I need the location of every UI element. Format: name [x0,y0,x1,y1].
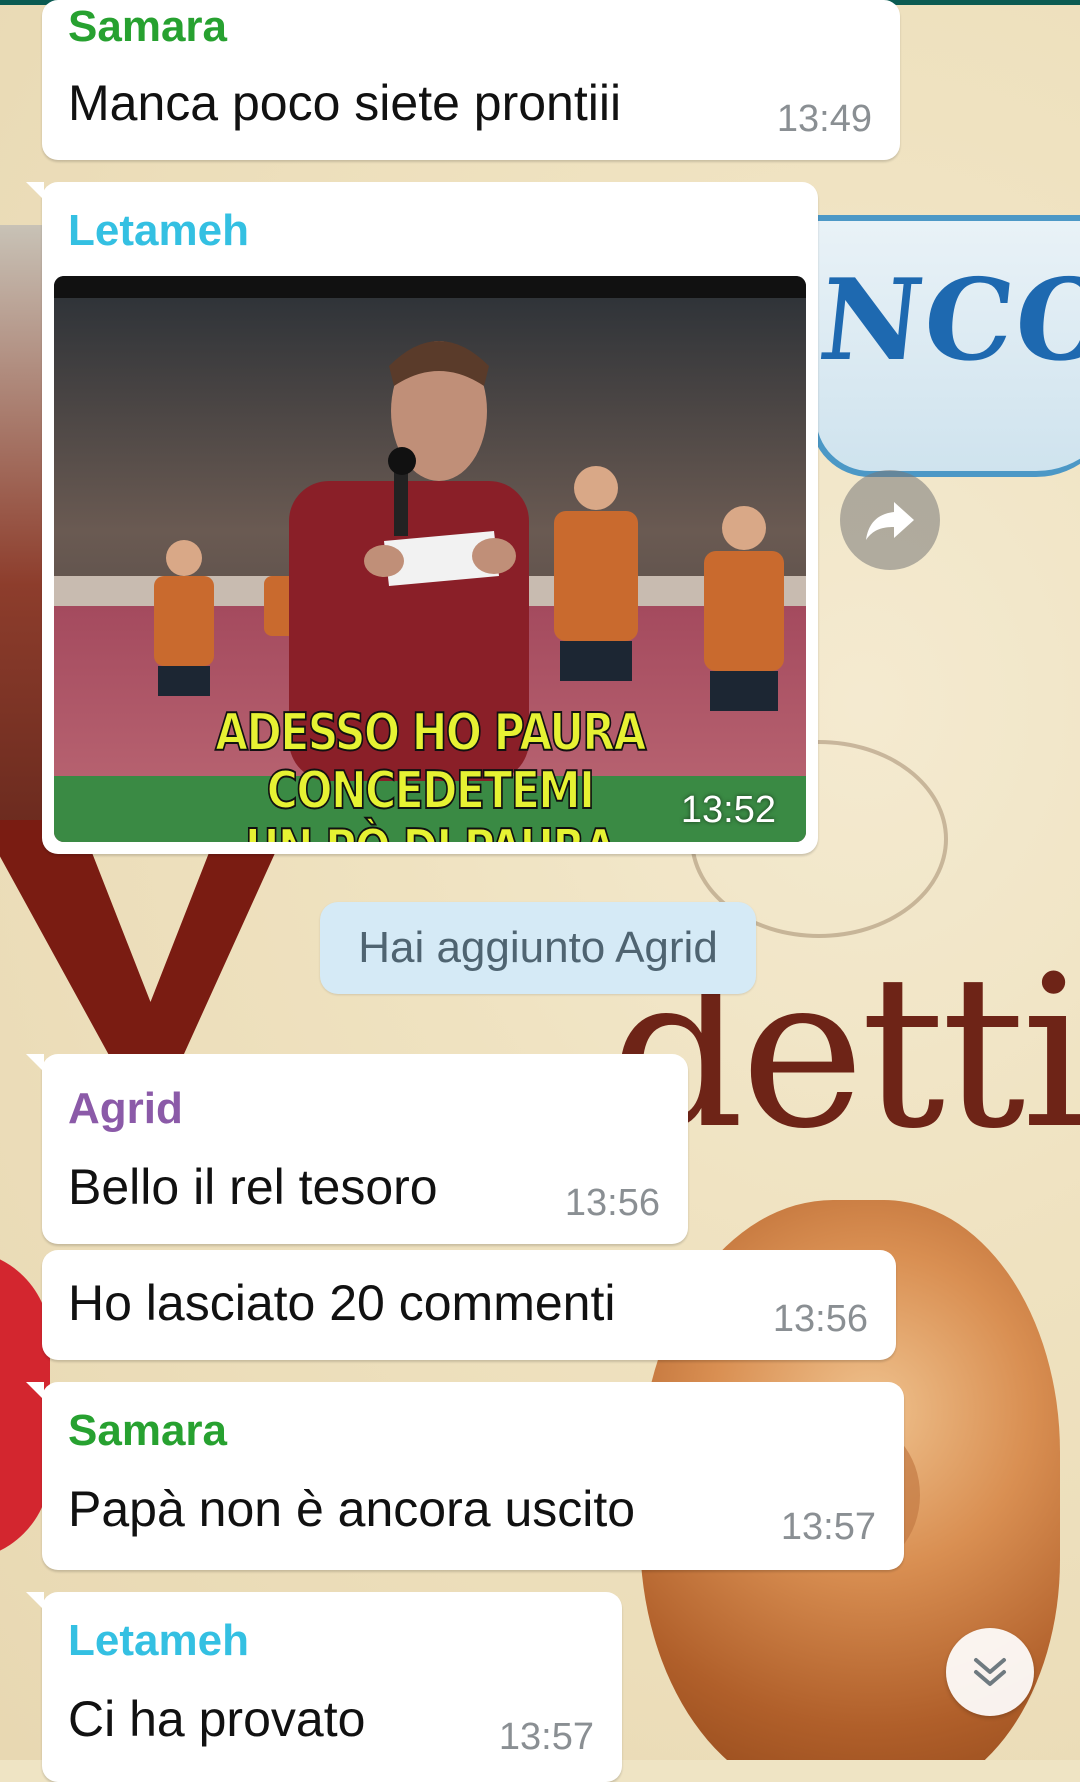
image-attachment[interactable]: ADESSO HO PAURA CONCEDETEMI UN PÒ DI PAU… [54,276,806,842]
message-bubble[interactable]: Agrid Bello il rel tesoro 13:56 [26,1054,688,1244]
sender-name: Letameh [68,206,249,255]
message-bubble[interactable]: Samara Manca poco siete prontiii 13:49 [42,0,900,160]
image-caption-line-1: ADESSO HO PAURA CONCEDETEMI [214,703,647,821]
image-caption-line-2: UN PÒ DI PAURA [122,819,739,842]
system-message-text: Hai aggiunto Agrid [358,923,718,972]
sender-name: Samara [68,2,228,51]
scroll-to-bottom-button[interactable] [946,1628,1034,1716]
message-bubble[interactable]: Letameh Ci ha provato 13:57 [26,1592,622,1782]
message-time: 13:56 [772,1298,868,1340]
sender-name: Agrid [68,1084,183,1133]
message-text: Papà non è ancora uscito [68,1481,636,1537]
message-text: Ho lasciato 20 commenti [68,1275,616,1331]
message-time: 13:57 [498,1716,594,1758]
double-chevron-down-icon [974,1658,1006,1686]
message-text: Bello il rel tesoro [68,1159,438,1215]
sender-name: Letameh [68,1616,249,1665]
message-text: Ci ha provato [68,1691,366,1747]
system-message: Hai aggiunto Agrid [320,902,756,994]
message-time: 13:49 [776,98,872,140]
image-message-bubble[interactable]: Letameh ADESSO HO PAURA CONCEDETEMI 13:5… [26,182,818,854]
message-time: 13:56 [564,1182,660,1224]
share-forward-icon [866,502,914,540]
message-text: Manca poco siete prontiii [68,75,622,131]
sender-name: Samara [68,1406,228,1455]
forward-button[interactable] [840,470,940,570]
message-bubble[interactable]: Ho lasciato 20 commenti 13:56 [42,1250,896,1360]
message-time: 13:57 [780,1506,876,1548]
message-bubble[interactable]: Samara Papà non è ancora uscito 13:57 [26,1382,904,1570]
message-time: 13:52 [680,789,776,831]
